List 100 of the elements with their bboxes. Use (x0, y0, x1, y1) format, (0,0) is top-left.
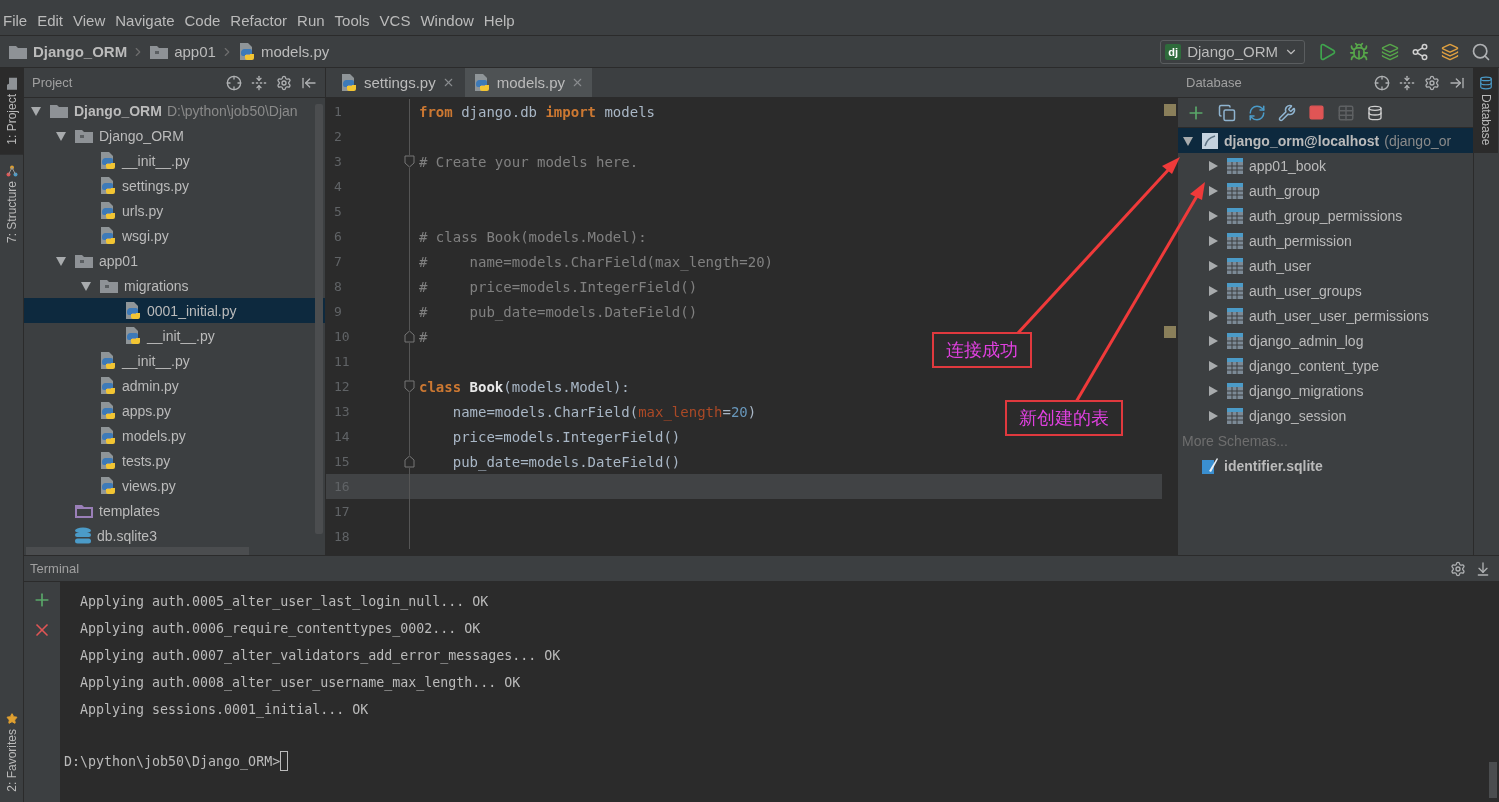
tree-item[interactable]: auth_group (1178, 178, 1473, 203)
expand-arrow-icon[interactable] (1207, 359, 1219, 372)
table-icon (1226, 156, 1244, 175)
tree-item[interactable]: __init__.py (24, 323, 325, 348)
menu-item[interactable]: Run (294, 12, 332, 29)
search-icon[interactable] (1471, 41, 1491, 62)
expand-arrow-icon[interactable] (1207, 384, 1219, 397)
expand-arrow-icon[interactable] (1207, 184, 1219, 197)
line-number: 3 (333, 154, 343, 169)
copy-icon[interactable] (1218, 103, 1236, 122)
tree-item[interactable]: __init__.py (24, 348, 325, 373)
tree-item[interactable]: django_content_type (1178, 353, 1473, 378)
tree-item[interactable]: app01 (24, 248, 325, 273)
menu-item[interactable]: View (70, 12, 113, 29)
breadcrumb[interactable]: models.py (237, 41, 330, 62)
tree-item[interactable]: models.py (24, 423, 325, 448)
menu-item[interactable]: Window (417, 12, 481, 29)
tree-item[interactable]: views.py (24, 473, 325, 498)
collapse-arrow-icon[interactable] (80, 279, 92, 292)
collapse-icon[interactable] (251, 74, 267, 91)
run-configuration-dropdown[interactable]: dj Django_ORM (1160, 39, 1305, 64)
menu-item[interactable]: VCS (376, 12, 418, 29)
expand-arrow-icon[interactable] (1207, 259, 1219, 272)
expand-arrow-icon[interactable] (1207, 159, 1219, 172)
stop-icon[interactable] (1308, 104, 1325, 121)
collapse-icon[interactable] (1399, 74, 1415, 91)
expand-arrow-icon[interactable] (1207, 309, 1219, 322)
locate-icon[interactable] (226, 74, 242, 91)
tree-item[interactable]: identifier.sqlite (1178, 453, 1473, 478)
menu-item[interactable]: Code (181, 12, 228, 29)
breadcrumb[interactable]: app01 (149, 43, 216, 60)
tree-item[interactable]: settings.py (24, 173, 325, 198)
menu-item[interactable]: Navigate (112, 12, 182, 29)
tree-item[interactable]: 0001_initial.py (24, 298, 325, 323)
panel-title[interactable]: Terminal (30, 561, 80, 576)
menu-item[interactable]: Edit (34, 12, 71, 29)
error-stripe-marker[interactable] (1164, 326, 1176, 338)
fold-marker-icon[interactable] (404, 455, 415, 468)
tree-item[interactable]: django_session (1178, 403, 1473, 428)
expand-arrow-icon[interactable] (1207, 209, 1219, 222)
collapse-arrow-icon[interactable] (55, 129, 67, 142)
settings-icon[interactable] (1450, 560, 1466, 577)
menu-item[interactable]: File (0, 12, 35, 29)
expand-arrow-icon[interactable] (1207, 409, 1219, 422)
tree-item[interactable]: auth_permission (1178, 228, 1473, 253)
tool-window-tab[interactable]: 1: Project (0, 68, 24, 155)
collapse-arrow-icon[interactable] (30, 104, 42, 117)
tool-window-tab[interactable]: 2: Favorites (0, 703, 24, 802)
settings-icon[interactable] (1424, 74, 1440, 91)
line-number: 13 (333, 404, 351, 419)
scrollbar[interactable] (315, 104, 323, 534)
tree-item[interactable]: wsgi.py (24, 223, 325, 248)
locate-icon[interactable] (1374, 74, 1390, 91)
tree-item[interactable]: app01_book (1178, 153, 1473, 178)
tree-item[interactable]: auth_group_permissions (1178, 203, 1473, 228)
tree-item[interactable]: django_orm@localhost (django_or (1178, 128, 1473, 153)
settings-icon[interactable] (276, 74, 292, 91)
collapse-arrow-icon[interactable] (1182, 134, 1194, 147)
fold-marker-icon[interactable] (404, 155, 415, 168)
terminal-line: Applying sessions.0001_initial... OK (80, 701, 370, 720)
breadcrumb[interactable]: Django_ORM (8, 43, 128, 60)
scrollbar[interactable] (26, 547, 249, 555)
menu-item[interactable]: Help (480, 12, 522, 29)
wrench-icon[interactable] (1278, 103, 1296, 122)
panel-title[interactable]: Database (1186, 75, 1242, 90)
tree-item[interactable]: migrations (24, 273, 325, 298)
tree-item[interactable]: Django_ORM (24, 123, 325, 148)
tree-item[interactable]: apps.py (24, 398, 325, 423)
fold-marker-icon[interactable] (404, 330, 415, 343)
tree-item[interactable]: django_admin_log (1178, 328, 1473, 353)
tool-window-tab[interactable]: Database (1474, 68, 1498, 154)
tree-item[interactable]: Django_ORM D:\python\job50\Djan (24, 98, 325, 123)
tree-item[interactable]: __init__.py (24, 148, 325, 173)
fold-marker-icon[interactable] (404, 380, 415, 393)
scrollbar[interactable] (1489, 762, 1497, 798)
menu-item[interactable]: Tools (331, 12, 377, 29)
collapse-arrow-icon[interactable] (55, 254, 67, 267)
code-line: from django.db import models (419, 103, 656, 120)
debug-icon[interactable] (1349, 41, 1369, 62)
run-icon[interactable] (1317, 41, 1337, 62)
editor-tab[interactable]: models.py (464, 68, 593, 97)
tree-item[interactable]: auth_user_user_permissions (1178, 303, 1473, 328)
tree-item[interactable]: auth_user_groups (1178, 278, 1473, 303)
expand-arrow-icon[interactable] (1207, 234, 1219, 247)
tool-window-tab[interactable]: 7: Structure (0, 154, 24, 253)
refresh-icon[interactable] (1248, 103, 1266, 122)
tree-item[interactable]: db.sqlite3 (24, 523, 325, 547)
panel-title[interactable]: Project (32, 75, 73, 90)
python-file-icon (99, 400, 117, 421)
expand-arrow-icon[interactable] (1207, 284, 1219, 297)
python-file-icon (99, 225, 117, 246)
tree-item[interactable]: urls.py (24, 198, 325, 223)
tree-item[interactable]: templates (24, 498, 325, 523)
tree-item[interactable]: tests.py (24, 448, 325, 473)
menu-item[interactable]: Refactor (227, 12, 295, 29)
tree-item[interactable]: admin.py (24, 373, 325, 398)
expand-arrow-icon[interactable] (1207, 334, 1219, 347)
tree-item[interactable]: auth_user (1178, 253, 1473, 278)
download-icon[interactable] (1475, 560, 1491, 577)
tree-item[interactable]: django_migrations (1178, 378, 1473, 403)
